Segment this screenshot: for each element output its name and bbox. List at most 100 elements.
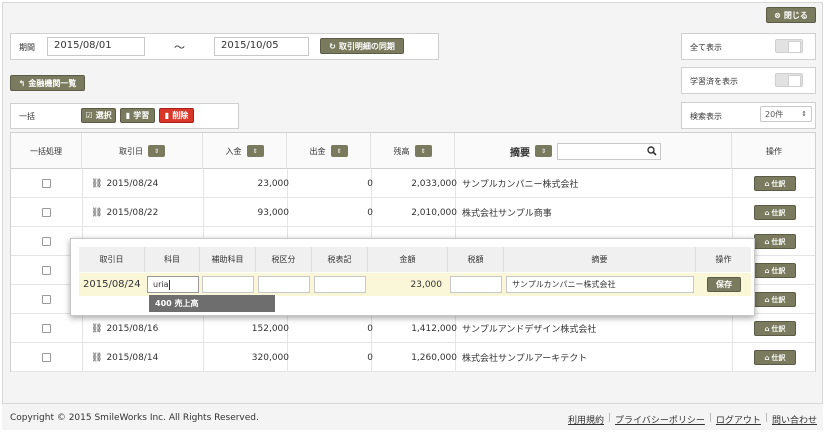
footer-link-privacy[interactable]: プライバシーポリシー [615, 413, 705, 426]
row-checkbox[interactable] [42, 208, 51, 217]
close-icon: ⊗ [774, 10, 781, 20]
summary-search-input[interactable] [557, 142, 661, 160]
bank-list-button[interactable]: ↰ 金融機関一覧 [10, 75, 85, 91]
account-suggestion-item[interactable]: 400 売上高 [149, 295, 275, 312]
per-page-label: 検索表示 [690, 112, 722, 121]
show-all-label: 全て表示 [690, 43, 722, 52]
inbox-icon: ⌂ [764, 295, 770, 304]
inbox-icon: ⌂ [764, 353, 770, 362]
table-row: ⛓ 2015/08/14 320,000 0 1,260,000 株式会社サンプルアーキテ… [11, 343, 815, 372]
summary-input[interactable]: サンプルカンパニー株式会社 [506, 276, 694, 293]
footer-link-logout[interactable]: ログアウト [716, 413, 761, 426]
header-bulk: 一括処理 [11, 133, 82, 169]
table-row: ⛓ 2015/08/24 23,000 0 2,033,000 サンプルカンパニー株式会社… [11, 169, 815, 198]
tax-amount-input[interactable] [450, 276, 502, 293]
row-balance: 2,010,000 [411, 207, 457, 218]
taxcat-input[interactable] [258, 276, 310, 293]
date-from-field[interactable]: 2015/08/01 [47, 37, 145, 56]
copyright-text: Copyright © 2015 SmileWorks Inc. All Rig… [10, 413, 259, 423]
close-button[interactable]: ⊗ 閉じる [766, 7, 816, 23]
sort-withdraw-button[interactable]: ⇕ [330, 145, 348, 157]
row-withdraw: 0 [367, 178, 373, 189]
journalize-button[interactable]: ⌂ 仕訳 [754, 205, 796, 220]
date-to-field[interactable]: 2015/10/05 [214, 37, 309, 56]
row-deposit: 23,000 [257, 178, 290, 189]
period-label: 期間 [19, 43, 35, 52]
row-checkbox[interactable] [42, 266, 51, 275]
row-deposit: 93,000 [257, 207, 290, 218]
row-balance: 1,412,000 [411, 323, 457, 334]
per-page-select[interactable]: 20件 ⇕ [760, 106, 812, 122]
header-withdraw: 出金 ⇕ [287, 133, 371, 169]
popup-header-amount: 金額 [368, 247, 448, 272]
row-checkbox-cell [42, 343, 51, 372]
row-date-cell: ⛓ 2015/08/24 [91, 178, 159, 189]
table-header: 一括処理 取引日 ⇕ 入金 ⇕ 出金 ⇕ 残高 ⇕ 摘要 ⇕ 操作 [11, 133, 815, 169]
sync-transactions-button[interactable]: ↻ 取引明細の同期 [320, 38, 404, 54]
sort-date-button[interactable]: ⇕ [148, 145, 165, 157]
row-checkbox[interactable] [42, 295, 51, 304]
bulk-label: 一括 [19, 112, 35, 121]
row-checkbox[interactable] [42, 179, 51, 188]
row-checkbox[interactable] [42, 353, 51, 362]
inbox-icon: ⌂ [764, 266, 770, 275]
journalize-button[interactable]: ⌂ 仕訳 [754, 292, 796, 307]
row-date-cell: ⛓ 2015/08/22 [91, 207, 159, 218]
popup-header-action: 操作 [696, 247, 751, 272]
popup-header-summary: 摘要 [504, 247, 696, 272]
inbox-icon: ⌂ [764, 324, 770, 333]
show-learned-label: 学習済を表示 [690, 77, 738, 86]
journalize-button[interactable]: ⌂ 仕訳 [754, 176, 796, 191]
journal-entry-popup: 取引日 科目 補助科目 税区分 税表記 金額 税額 摘要 操作 2015/08/… [70, 238, 755, 316]
journalize-button[interactable]: ⌂ 仕訳 [754, 263, 796, 278]
journalize-button[interactable]: ⌂ 仕訳 [754, 234, 796, 249]
sort-deposit-button[interactable]: ⇕ [246, 145, 264, 157]
header-summary: 摘要 ⇕ [455, 133, 732, 169]
show-all-toggle[interactable] [775, 39, 803, 53]
row-checkbox-cell [42, 285, 51, 314]
subaccount-input[interactable] [202, 276, 254, 293]
taxnote-input[interactable] [314, 276, 366, 293]
row-balance: 2,033,000 [411, 178, 457, 189]
row-summary: サンプルアンドデザイン株式会社 [462, 325, 597, 335]
bulk-learn-button[interactable]: ▮ 学習 [120, 108, 155, 123]
row-withdraw: 0 [367, 352, 373, 363]
popup-header-account: 科目 [145, 247, 200, 272]
footer-links: 利用規約 | プライバシーポリシー | ログアウト | 問い合わせ [567, 413, 817, 426]
row-checkbox[interactable] [42, 324, 51, 333]
search-icon [647, 146, 657, 156]
bulk-delete-button[interactable]: ▮ 削除 [159, 108, 194, 123]
link-icon: ⛓ [91, 323, 103, 334]
popup-header-subaccount: 補助科目 [200, 247, 256, 272]
row-checkbox-cell [42, 227, 51, 256]
date-range-tilde: 〜 [174, 41, 185, 54]
row-checkbox-cell [42, 314, 51, 343]
row-deposit: 152,000 [251, 323, 289, 334]
row-checkbox-cell [42, 198, 51, 227]
inbox-icon: ⌂ [764, 208, 770, 217]
row-withdraw: 0 [367, 207, 373, 218]
popup-amount: 23,000 [410, 279, 443, 290]
back-arrow-icon: ↰ [18, 78, 26, 88]
footer-link-contact[interactable]: 問い合わせ [772, 413, 817, 426]
header-deposit: 入金 ⇕ [203, 133, 287, 169]
save-button[interactable]: 保存 [707, 277, 741, 292]
show-learned-toggle[interactable] [775, 73, 803, 87]
row-checkbox[interactable] [42, 237, 51, 246]
refresh-icon: ↻ [329, 41, 336, 51]
footer-link-terms[interactable]: 利用規約 [568, 413, 604, 426]
sort-balance-button[interactable]: ⇕ [414, 145, 432, 157]
trash-icon: ▮ [164, 111, 170, 120]
header-balance: 残高 ⇕ [371, 133, 455, 169]
journalize-button[interactable]: ⌂ 仕訳 [754, 350, 796, 365]
sort-summary-button[interactable]: ⇕ [535, 145, 552, 157]
bulk-select-button[interactable]: ☑ 選択 [81, 108, 116, 123]
journalize-button[interactable]: ⌂ 仕訳 [754, 321, 796, 336]
updown-icon: ⇕ [801, 110, 807, 118]
table-row: ⛓ 2015/08/22 93,000 0 2,010,000 株式会社サンプル商事 ⌂ 仕訳 [11, 198, 815, 227]
row-date-cell: ⛓ 2015/08/16 [91, 323, 159, 334]
row-date-cell: ⛓ 2015/08/14 [91, 352, 159, 363]
popup-header-taxcat: 税区分 [256, 247, 312, 272]
account-input[interactable]: uria [147, 276, 199, 293]
row-summary: 株式会社サンプルアーキテクト [462, 354, 588, 364]
